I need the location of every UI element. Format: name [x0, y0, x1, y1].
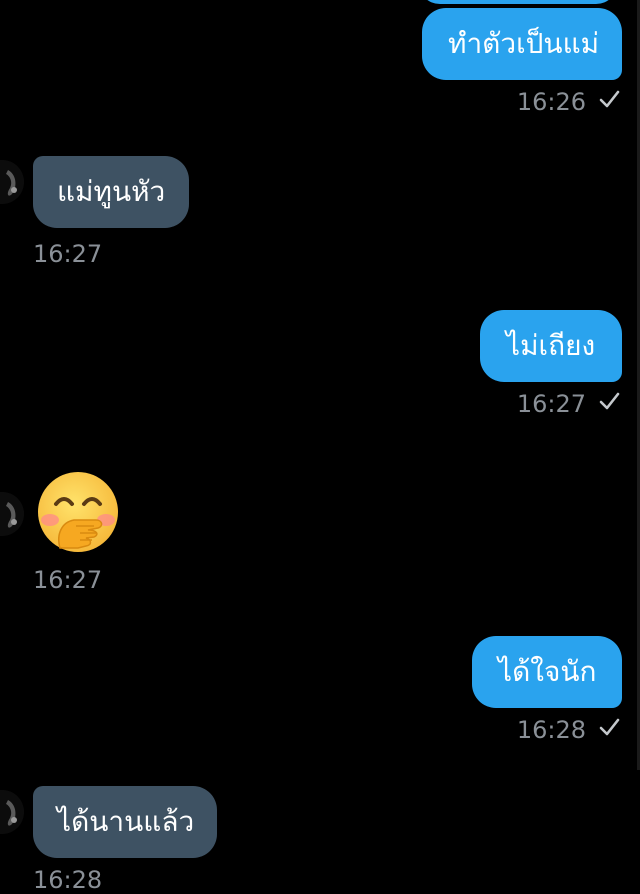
message-meta: 16:27 — [517, 390, 620, 419]
message-time: 16:28 — [33, 866, 103, 894]
outgoing-message-bubble[interactable]: ไม่เถียง — [480, 310, 622, 382]
check-icon — [598, 87, 620, 115]
message-meta: 16:28 — [517, 716, 620, 745]
outgoing-message-bubble[interactable]: ได้ใจนัก — [472, 636, 622, 708]
message-time: 16:26 — [516, 88, 586, 116]
outgoing-message-bubble[interactable]: ทำตัวเป็นแม่ — [422, 8, 622, 80]
incoming-message-bubble[interactable]: ได้นานแล้ว — [33, 786, 217, 858]
contact-avatar[interactable] — [0, 492, 24, 536]
message-time: 16:27 — [516, 390, 586, 418]
message-time: 16:27 — [33, 566, 103, 594]
chat-thread[interactable]: ทำตัวเป็นแม่ 16:26 แม่ทูนหัว 16:27 ไม่เถ… — [0, 0, 640, 894]
incoming-message-bubble[interactable]: แม่ทูนหัว — [33, 156, 189, 228]
face-with-hand-over-mouth-emoji[interactable] — [36, 470, 120, 554]
contact-avatar[interactable] — [0, 160, 24, 204]
outgoing-message-bubble-partial[interactable] — [418, 0, 618, 4]
message-meta: 16:26 — [517, 88, 620, 117]
message-text: แม่ทูนหัว — [57, 175, 166, 208]
contact-avatar[interactable] — [0, 790, 24, 834]
message-time: 16:27 — [33, 240, 103, 268]
check-icon — [598, 715, 620, 743]
message-time: 16:28 — [516, 716, 586, 744]
check-icon — [598, 389, 620, 417]
message-text: ได้ใจนัก — [498, 655, 597, 688]
message-text: ไม่เถียง — [506, 329, 596, 362]
message-text: ทำตัวเป็นแม่ — [448, 27, 600, 60]
message-text: ได้นานแล้ว — [57, 805, 195, 838]
